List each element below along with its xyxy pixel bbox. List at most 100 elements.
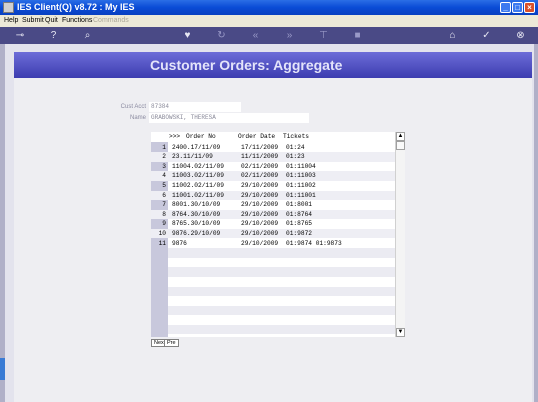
row-number: 11 bbox=[158, 239, 166, 247]
orders-grid: >>> Order No Order Date Tickets 1 2400.1… bbox=[151, 132, 405, 337]
side-tab[interactable] bbox=[0, 358, 5, 380]
order-date-cell: 29/10/2009 bbox=[241, 239, 279, 247]
row-number: 6 bbox=[162, 191, 166, 199]
order-date-cell: 29/10/2009 bbox=[241, 181, 279, 189]
tickets-cell: 01:8764 bbox=[286, 210, 312, 218]
cust-acct-field[interactable]: 87384 bbox=[149, 102, 241, 112]
empty-row bbox=[168, 305, 395, 316]
home-icon[interactable]: ⌂ bbox=[447, 30, 458, 41]
minimize-button[interactable]: _ bbox=[500, 2, 511, 13]
key-icon[interactable]: ⊸ bbox=[10, 30, 30, 41]
app-icon bbox=[3, 2, 14, 13]
stop-icon[interactable]: ■ bbox=[352, 30, 363, 41]
table-row[interactable]: 3 11004.02/11/09 02/11/2009 01:11004 bbox=[151, 162, 395, 172]
prev-button[interactable]: Pre bbox=[164, 339, 179, 347]
table-row[interactable]: 2 23.11/11/09 11/11/2009 01:23 bbox=[151, 152, 395, 162]
heart-icon[interactable]: ♥ bbox=[182, 30, 193, 41]
tickets-cell: 01:11004 bbox=[286, 162, 316, 170]
scroll-down-icon[interactable]: ▼ bbox=[396, 328, 405, 337]
window-titlebar: IES Client(Q) v8.72 : My IES _ □ × bbox=[0, 0, 538, 15]
table-row[interactable]: 4 11003.02/11/09 02/11/2009 01:11003 bbox=[151, 171, 395, 181]
help-icon[interactable]: ? bbox=[48, 30, 59, 41]
row-number: 4 bbox=[162, 172, 166, 180]
header-order-date[interactable]: Order Date bbox=[238, 133, 275, 140]
name-field[interactable]: GRABOWSKI, THERESA bbox=[149, 113, 309, 123]
tickets-cell: 01:11002 bbox=[286, 181, 316, 189]
menu-quit[interactable]: Quit bbox=[45, 17, 58, 24]
right-strip bbox=[534, 44, 538, 402]
header-tickets[interactable]: Tickets bbox=[283, 133, 309, 140]
menu-submit[interactable]: Submit bbox=[22, 17, 44, 24]
row-number: 5 bbox=[162, 181, 166, 189]
header-order-no[interactable]: Order No bbox=[186, 133, 216, 140]
table-row[interactable]: 6 11001.02/11/09 29/10/2009 01:11001 bbox=[151, 190, 395, 201]
scroll-up-icon[interactable]: ▲ bbox=[396, 132, 405, 141]
check-icon[interactable]: ✓ bbox=[481, 30, 492, 41]
order-date-cell: 29/10/2009 bbox=[241, 229, 279, 237]
header-select: >>> bbox=[169, 133, 181, 140]
scroll-thumb[interactable] bbox=[396, 141, 405, 150]
empty-row bbox=[168, 286, 395, 297]
order-no-cell: 8765.30/10/09 bbox=[172, 220, 221, 228]
last-record-icon[interactable]: » bbox=[284, 30, 295, 41]
table-row[interactable]: 10 9876.29/10/09 29/10/2009 01:9872 bbox=[151, 228, 395, 239]
empty-row bbox=[168, 324, 395, 335]
left-strip bbox=[0, 44, 5, 402]
order-date-cell: 29/10/2009 bbox=[241, 210, 279, 218]
order-date-cell: 17/11/2009 bbox=[241, 143, 279, 151]
grid-scrollbar[interactable]: ▲ ▼ bbox=[395, 132, 405, 337]
order-no-cell: 11003.02/11/09 bbox=[172, 172, 224, 180]
row-number: 8 bbox=[162, 210, 166, 218]
order-date-cell: 02/11/2009 bbox=[241, 172, 279, 180]
tickets-cell: 01:8765 bbox=[286, 220, 312, 228]
page-title: Customer Orders: Aggregate bbox=[150, 57, 343, 73]
cust-acct-label: Cust Acct bbox=[120, 104, 146, 110]
table-row[interactable]: 1 2400.17/11/09 17/11/2009 01:24 bbox=[151, 143, 395, 153]
order-no-cell: 9876 bbox=[172, 239, 187, 247]
menu-bar: Help Submit Quit Functions Commands bbox=[0, 15, 538, 27]
first-record-icon[interactable]: « bbox=[250, 30, 261, 41]
row-number: 1 bbox=[162, 143, 166, 151]
tickets-cell: 01:9874 01:9873 bbox=[286, 239, 342, 247]
order-date-cell: 29/10/2009 bbox=[241, 201, 279, 209]
order-no-cell: 11001.02/11/09 bbox=[172, 191, 224, 199]
menu-help[interactable]: Help bbox=[4, 17, 18, 24]
table-row[interactable]: 7 8001.30/10/09 29/10/2009 01:8001 bbox=[151, 200, 395, 210]
order-no-cell: 11004.02/11/09 bbox=[172, 162, 224, 170]
row-number: 10 bbox=[158, 229, 166, 237]
table-row[interactable]: 9 8765.30/10/09 29/10/2009 01:8765 bbox=[151, 219, 395, 229]
search-icon[interactable]: ⌕ bbox=[82, 30, 93, 41]
menu-commands[interactable]: Commands bbox=[93, 17, 129, 24]
row-number: 2 bbox=[162, 153, 166, 161]
close-button[interactable]: × bbox=[524, 2, 535, 13]
cancel-icon[interactable]: ⊗ bbox=[515, 30, 526, 41]
order-no-cell: 8764.30/10/09 bbox=[172, 210, 221, 218]
tickets-cell: 01:11003 bbox=[286, 172, 316, 180]
order-date-cell: 11/11/2009 bbox=[241, 153, 279, 161]
tickets-cell: 01:9872 bbox=[286, 229, 312, 237]
toolbar: ⊸ ? ⌕ ♥ ↻ « » ⊤ ■ ⌂ ✓ ⊗ bbox=[0, 27, 538, 44]
row-number: 7 bbox=[162, 201, 166, 209]
order-no-cell: 23.11/11/09 bbox=[172, 153, 213, 161]
table-row[interactable]: 8 8764.30/10/09 29/10/2009 01:8764 bbox=[151, 209, 395, 220]
screen-banner: Customer Orders: Aggregate bbox=[14, 52, 532, 78]
refresh-icon[interactable]: ↻ bbox=[216, 30, 227, 41]
table-row[interactable]: 11 9876 29/10/2009 01:9874 01:9873 bbox=[151, 239, 395, 249]
export-icon[interactable]: ⊤ bbox=[318, 30, 329, 41]
menu-functions[interactable]: Functions bbox=[62, 17, 92, 24]
tickets-cell: 01:11001 bbox=[286, 191, 316, 199]
tickets-cell: 01:23 bbox=[286, 153, 305, 161]
order-date-cell: 02/11/2009 bbox=[241, 162, 279, 170]
order-date-cell: 29/10/2009 bbox=[241, 220, 279, 228]
order-no-cell: 8001.30/10/09 bbox=[172, 201, 221, 209]
table-row[interactable]: 5 11002.02/11/09 29/10/2009 01:11002 bbox=[151, 181, 395, 191]
row-number: 9 bbox=[162, 220, 166, 228]
window-title: IES Client(Q) v8.72 : My IES bbox=[17, 2, 135, 12]
order-date-cell: 29/10/2009 bbox=[241, 191, 279, 199]
row-number: 3 bbox=[162, 162, 166, 170]
order-no-cell: 2400.17/11/09 bbox=[172, 143, 221, 151]
grid-header: >>> Order No Order Date Tickets bbox=[151, 132, 395, 142]
maximize-button[interactable]: □ bbox=[512, 2, 523, 13]
empty-row bbox=[168, 267, 395, 277]
tickets-cell: 01:8001 bbox=[286, 201, 312, 209]
